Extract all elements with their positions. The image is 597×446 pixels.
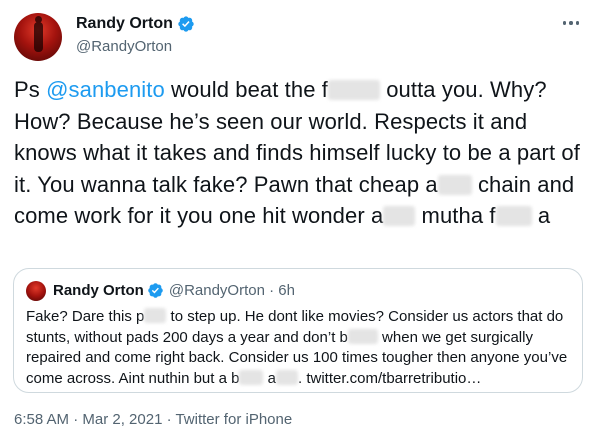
quoted-text-segment: Fake? Dare this p — [26, 308, 145, 325]
quoted-avatar — [26, 281, 46, 301]
avatar[interactable] — [14, 13, 62, 61]
tweet-text-segment: mutha f — [415, 203, 496, 228]
censor-blur — [383, 206, 416, 226]
quoted-tweet-text: Fake? Dare this p to step up. He dont li… — [26, 307, 574, 389]
censor-blur — [347, 328, 378, 344]
more-options-icon[interactable] — [560, 12, 582, 34]
tweet-text: Ps @sanbenito would beat the f outta you… — [14, 74, 584, 232]
verified-badge-icon — [148, 283, 163, 298]
tweet-text-segment: Ps — [14, 77, 47, 102]
censor-blur — [328, 80, 380, 100]
tweet-text-segment: would beat the f — [164, 77, 328, 102]
quoted-text-segment: a — [263, 369, 276, 387]
author-handle[interactable]: @RandyOrton — [76, 38, 172, 55]
censor-blur — [437, 174, 472, 195]
quoted-header: Randy Orton @RandyOrton · 6h — [53, 282, 295, 299]
quoted-handle-time: @RandyOrton · 6h — [168, 282, 295, 299]
verified-badge-icon — [178, 16, 194, 32]
mention-link[interactable]: @sanbenito — [46, 77, 165, 102]
censor-blur — [495, 206, 532, 226]
censor-blur — [275, 369, 298, 385]
censor-blur — [144, 308, 167, 323]
quoted-tweet[interactable]: Randy Orton @RandyOrton · 6h Fake? Dare … — [13, 268, 583, 393]
quoted-author-name: Randy Orton — [53, 282, 144, 299]
tweet-text-segment: a — [531, 203, 551, 228]
censor-blur — [239, 369, 264, 385]
quoted-text-segment: . twitter.com/tbarretributio… — [297, 369, 482, 387]
author-name-row: Randy Orton — [76, 15, 195, 33]
tweet-timestamp-source[interactable]: 6:58 AM · Mar 2, 2021 · Twitter for iPho… — [14, 411, 292, 428]
author-name[interactable]: Randy Orton — [76, 15, 173, 33]
